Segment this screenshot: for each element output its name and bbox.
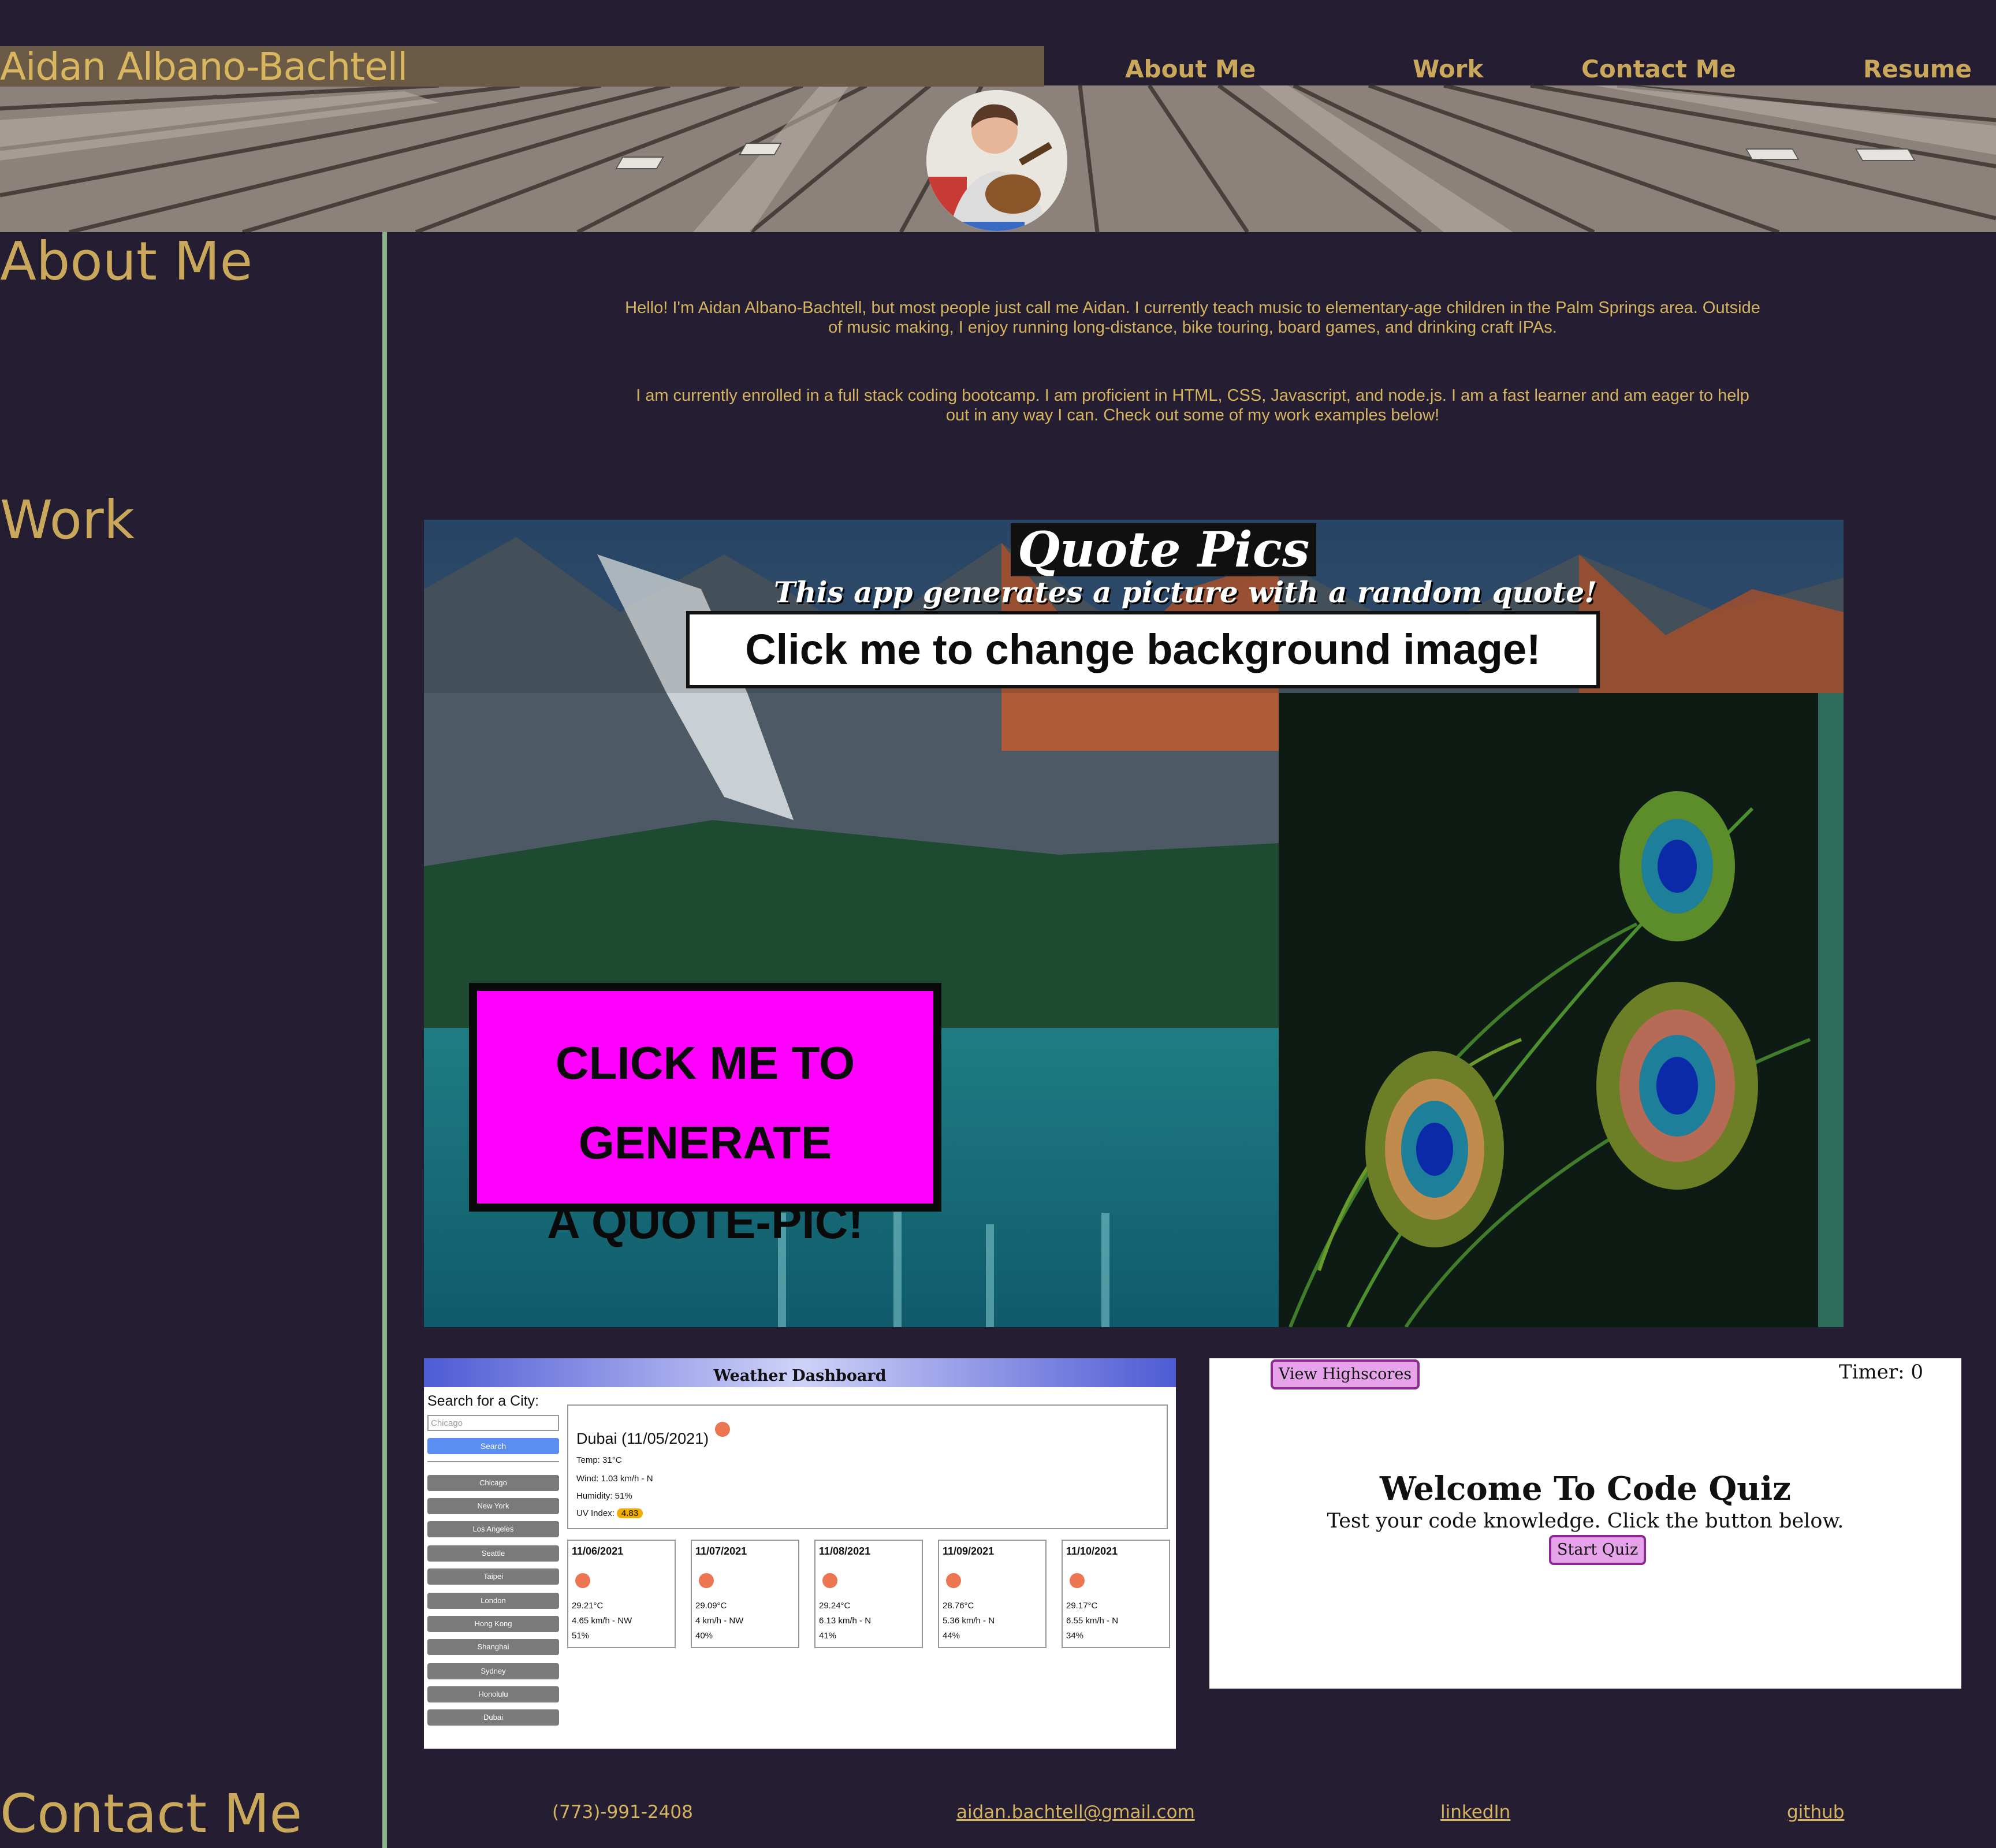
weather-search-input[interactable]: Chicago — [427, 1415, 559, 1431]
forecast-humidity: 40% — [695, 1631, 713, 1641]
contact-phone: (773)-991-2408 — [552, 1802, 693, 1823]
forecast-date: 11/09/2021 — [943, 1545, 995, 1557]
forecast-humidity: 44% — [943, 1631, 960, 1641]
view-highscores-button[interactable]: View Highscores — [1271, 1359, 1420, 1389]
quote-pics-subtitle: This app generates a picture with a rand… — [774, 575, 1597, 609]
current-uv-index: UV Index: 4.83 — [576, 1508, 643, 1518]
code-quiz-project-screenshot[interactable]: View Highscores Timer: 0 Welcome To Code… — [1209, 1358, 1961, 1689]
nav-about-me[interactable]: About Me — [1125, 53, 1256, 85]
forecast-temp: 29.09°C — [695, 1601, 727, 1611]
city-button-los-angeles[interactable]: Los Angeles — [427, 1521, 559, 1537]
city-button-dubai[interactable]: Dubai — [427, 1709, 559, 1726]
forecast-date: 11/07/2021 — [695, 1545, 747, 1557]
city-button-hong-kong[interactable]: Hong Kong — [427, 1616, 559, 1632]
change-background-button[interactable]: Click me to change background image! — [686, 611, 1600, 688]
site-name: Aidan Albano-Bachtell — [0, 44, 408, 89]
forecast-wind: 6.55 km/h - N — [1066, 1616, 1119, 1626]
generate-quote-pic-button[interactable]: CLICK ME TO GENERATE A QUOTE-PIC! — [469, 983, 941, 1248]
column-divider — [382, 232, 387, 1848]
city-button-shanghai[interactable]: Shanghai — [427, 1639, 559, 1655]
forecast-wind: 6.13 km/h - N — [819, 1616, 872, 1626]
sun-icon — [699, 1573, 714, 1588]
current-weather-card: Dubai (11/05/2021) Temp: 31°C Wind: 1.03… — [567, 1404, 1168, 1529]
quote-pics-title: Quote Pics — [1011, 523, 1317, 576]
about-paragraph-intro: Hello! I'm Aidan Albano-Bachtell, but mo… — [625, 299, 1760, 337]
contact-section-title: Contact Me — [0, 1783, 303, 1845]
forecast-card: 11/10/2021 29.17°C 6.55 km/h - N 34% — [1062, 1540, 1170, 1648]
sun-icon — [715, 1422, 730, 1437]
forecast-date: 11/08/2021 — [819, 1545, 871, 1557]
city-button-chicago[interactable]: Chicago — [427, 1475, 559, 1491]
city-button-honolulu[interactable]: Honolulu — [427, 1686, 559, 1702]
forecast-temp: 28.76°C — [943, 1601, 974, 1611]
weather-dashboard-project-screenshot[interactable]: Weather Dashboard Search for a City: Chi… — [424, 1358, 1176, 1749]
section-titles-column — [0, 232, 382, 1848]
forecast-humidity: 41% — [819, 1631, 837, 1641]
sun-icon — [946, 1573, 961, 1588]
forecast-wind: 4.65 km/h - NW — [572, 1616, 632, 1626]
city-button-sydney[interactable]: Sydney — [427, 1663, 559, 1679]
forecast-temp: 29.24°C — [819, 1601, 851, 1611]
weather-search-label: Search for a City: — [427, 1393, 539, 1409]
city-button-london[interactable]: London — [427, 1593, 559, 1609]
uv-index-label: UV Index: — [576, 1508, 615, 1518]
about-section-title: About Me — [0, 230, 253, 292]
current-wind: Wind: 1.03 km/h - N — [576, 1474, 653, 1484]
forecast-wind: 5.36 km/h - N — [943, 1616, 995, 1626]
current-weather-title: Dubai (11/05/2021) — [576, 1430, 709, 1447]
profile-photo — [926, 90, 1067, 231]
uv-index-badge: 4.83 — [616, 1508, 643, 1518]
quiz-subtitle: Test your code knowledge. Click the butt… — [1327, 1510, 1844, 1533]
forecast-date: 11/10/2021 — [1066, 1545, 1118, 1557]
forecast-date: 11/06/2021 — [572, 1545, 624, 1557]
city-button-seattle[interactable]: Seattle — [427, 1545, 559, 1562]
work-section-title: Work — [0, 489, 135, 551]
forecast-wind: 4 km/h - NW — [695, 1616, 744, 1626]
forecast-humidity: 51% — [572, 1631, 590, 1641]
start-quiz-button[interactable]: Start Quiz — [1549, 1535, 1647, 1565]
forecast-card: 11/06/2021 29.21°C 4.65 km/h - NW 51% — [567, 1540, 676, 1648]
forecast-card: 11/09/2021 28.76°C 5.36 km/h - N 44% — [938, 1540, 1047, 1648]
sun-icon — [1070, 1573, 1085, 1588]
city-button-new-york[interactable]: New York — [427, 1498, 559, 1514]
nav-work[interactable]: Work — [1413, 53, 1483, 85]
forecast-card: 11/08/2021 29.24°C 6.13 km/h - N 41% — [814, 1540, 923, 1648]
city-button-taipei[interactable]: Taipei — [427, 1568, 559, 1585]
sun-icon — [822, 1573, 837, 1588]
forecast-humidity: 34% — [1066, 1631, 1084, 1641]
weather-search-button[interactable]: Search — [427, 1438, 559, 1454]
generate-button-line2: A QUOTE-PIC! — [546, 1197, 864, 1248]
weather-divider — [427, 1461, 559, 1462]
about-paragraph-bootcamp: I am currently enrolled in a full stack … — [636, 386, 1749, 424]
quiz-timer: Timer: 0 — [1839, 1361, 1924, 1384]
weather-dashboard-title: Weather Dashboard — [424, 1358, 1176, 1387]
generate-button-line1: CLICK ME TO GENERATE — [555, 1037, 855, 1168]
forecast-temp: 29.21°C — [572, 1601, 604, 1611]
forecast-card: 11/07/2021 29.09°C 4 km/h - NW 40% — [691, 1540, 799, 1648]
nav-contact-me[interactable]: Contact Me — [1581, 53, 1736, 85]
forecast-temp: 29.17°C — [1066, 1601, 1098, 1611]
contact-linkedin-link[interactable]: linkedIn — [1440, 1802, 1510, 1823]
quiz-title: Welcome To Code Quiz — [1380, 1470, 1791, 1508]
current-humidity: Humidity: 51% — [576, 1491, 632, 1501]
contact-email-link[interactable]: aidan.bachtell@gmail.com — [956, 1802, 1195, 1823]
current-temp: Temp: 31°C — [576, 1455, 622, 1465]
contact-github-link[interactable]: github — [1787, 1802, 1844, 1823]
sun-icon — [575, 1573, 590, 1588]
nav-resume[interactable]: Resume — [1863, 53, 1972, 85]
